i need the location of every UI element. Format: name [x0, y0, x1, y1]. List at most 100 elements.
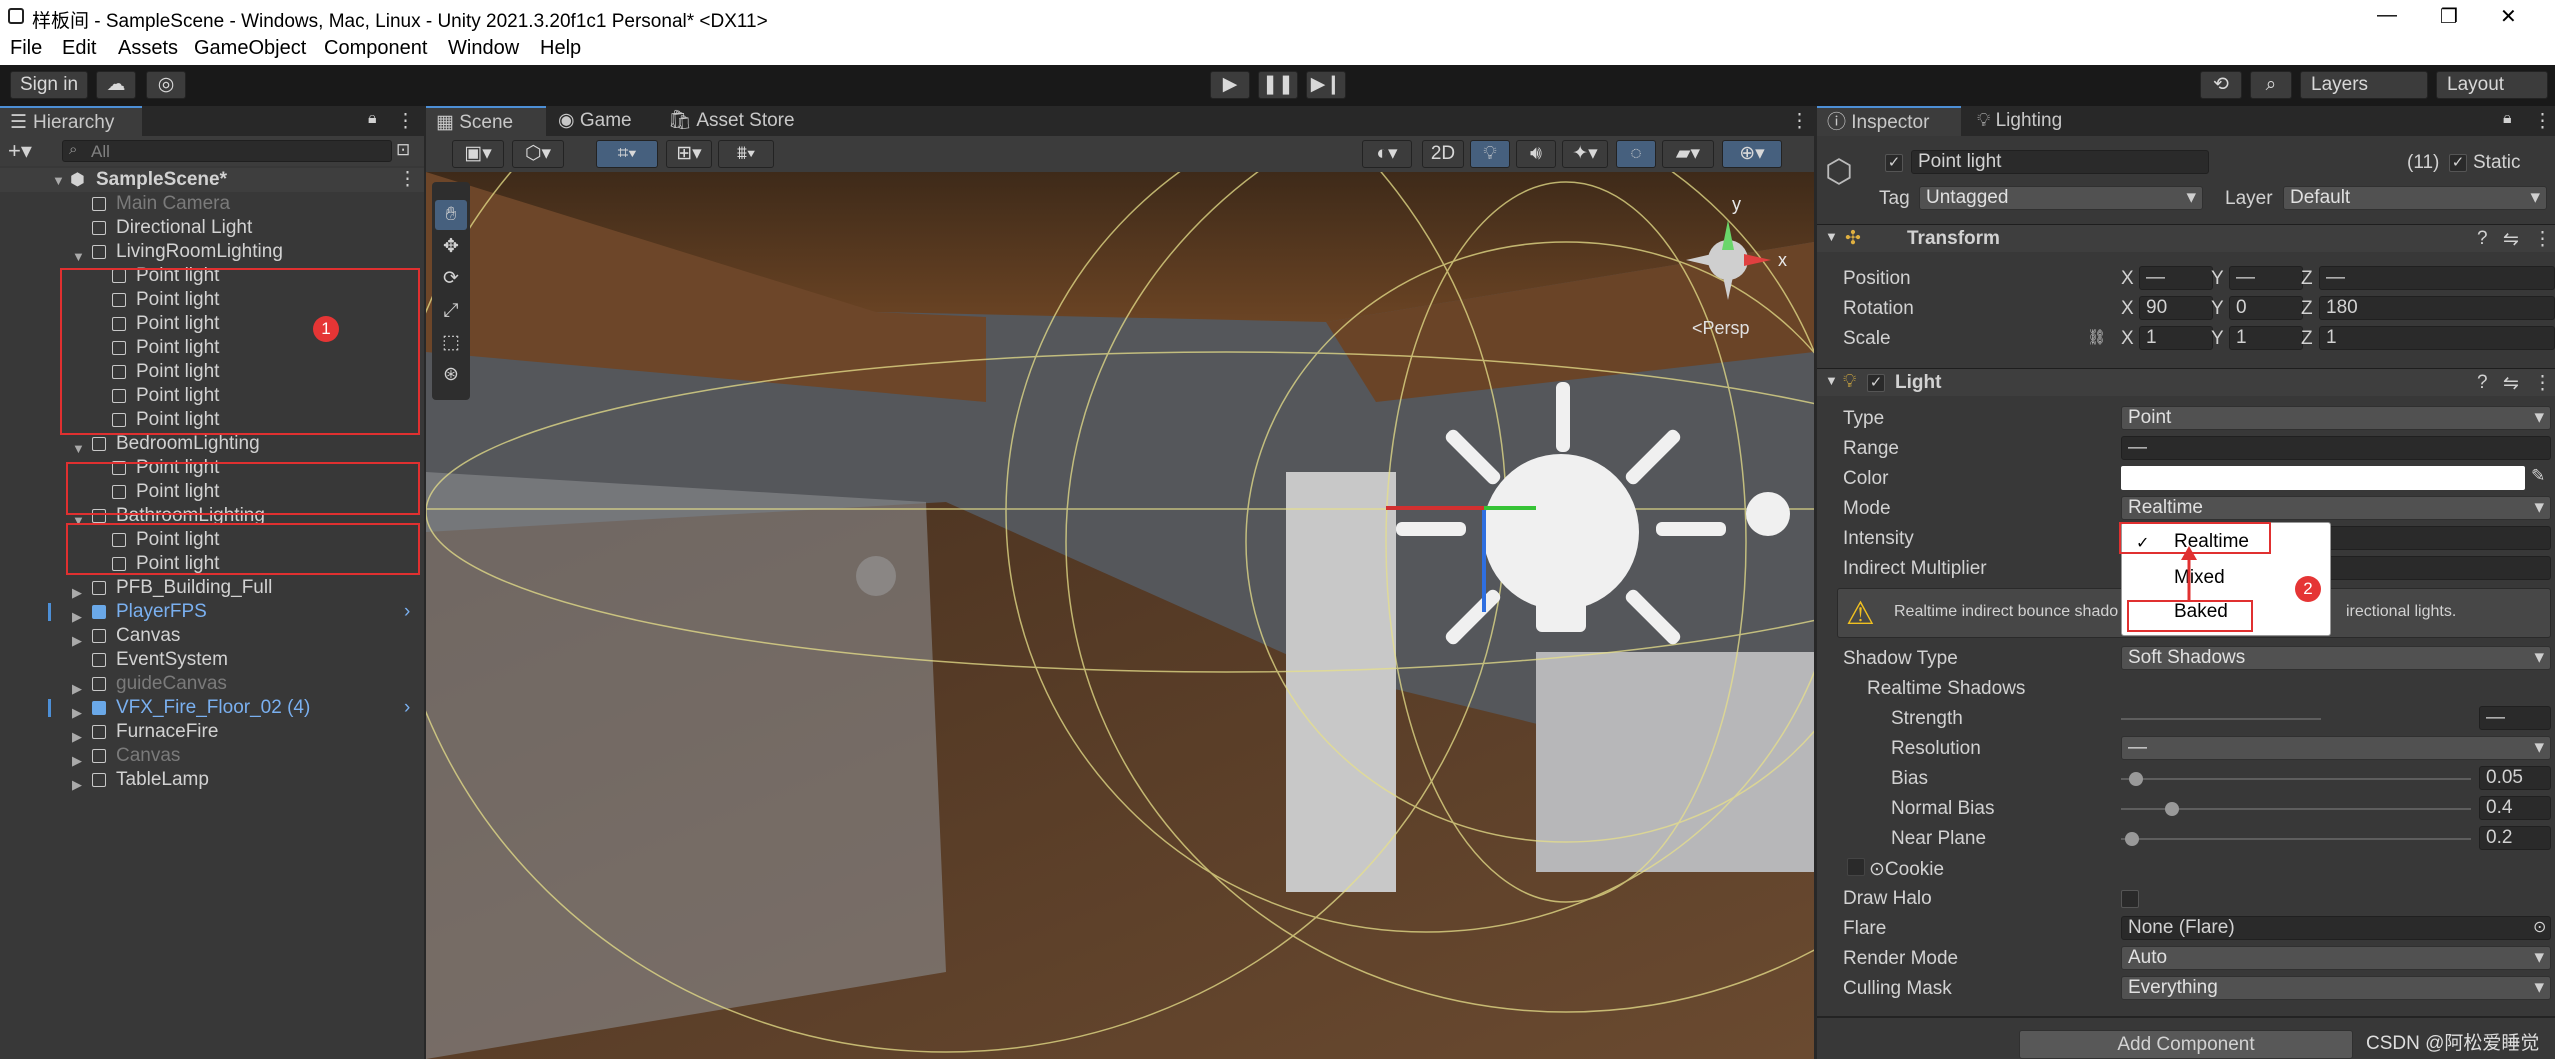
- near-plane-slider-knob[interactable]: [2125, 832, 2139, 846]
- lighting-toggle-icon[interactable]: 💡︎: [1470, 140, 1510, 168]
- play-button[interactable]: ▶: [1210, 71, 1250, 99]
- menu-assets[interactable]: Assets: [118, 37, 178, 60]
- render-mode-icon[interactable]: ⬡▾: [512, 140, 564, 168]
- collab-icon[interactable]: ◎: [146, 71, 186, 99]
- transform-tool-icon[interactable]: ⊛: [435, 360, 467, 390]
- shading-icon[interactable]: ◐▾: [1362, 140, 1412, 168]
- hierarchy-row[interactable]: ▼ BedroomLighting: [0, 432, 420, 456]
- sign-in-button[interactable]: Sign in: [10, 71, 88, 99]
- hierarchy-search-input[interactable]: ⌕ All: [62, 140, 392, 162]
- menu-window[interactable]: Window: [448, 37, 519, 60]
- menu-component[interactable]: Component: [324, 37, 427, 60]
- component-more-icon[interactable]: ⋮: [2533, 372, 2552, 395]
- persp-label[interactable]: <Persp: [1692, 318, 1750, 338]
- object-picker-icon[interactable]: ⊙: [2533, 917, 2546, 937]
- cloud-icon[interactable]: ☁: [96, 71, 136, 99]
- hierarchy-row[interactable]: ▶ FurnaceFire: [0, 720, 420, 744]
- preset-icon[interactable]: ⇋: [2503, 228, 2519, 251]
- hierarchy-row[interactable]: ▶ PlayerFPS ›: [0, 600, 420, 624]
- close-button[interactable]: ✕: [2500, 4, 2517, 29]
- hierarchy-row[interactable]: ▶ TableLamp: [0, 768, 420, 792]
- component-more-icon[interactable]: ⋮: [2533, 228, 2552, 251]
- menu-file[interactable]: File: [10, 37, 42, 60]
- prefab-open-icon[interactable]: ›: [404, 696, 410, 720]
- layers-dropdown[interactable]: Layers: [2300, 71, 2428, 99]
- cookie-foldout[interactable]: [1847, 858, 1865, 876]
- tab-inspector[interactable]: ⓘ Inspector: [1817, 106, 1961, 136]
- transform-rot-field[interactable]: 0: [2229, 296, 2303, 320]
- strength-slider[interactable]: [2121, 718, 2321, 720]
- scene-more-icon[interactable]: ⋮: [1790, 110, 1809, 133]
- hierarchy-row[interactable]: ▶ VFX_Fire_Floor_02 (4) ›: [0, 696, 420, 720]
- tab-asset-store[interactable]: 🛍︎ Asset Store: [658, 106, 808, 136]
- add-icon[interactable]: +▾: [8, 138, 32, 164]
- search-icon[interactable]: ⌕: [2250, 71, 2292, 99]
- light-header[interactable]: ▼ 💡︎ ✓ Light ? ⇋ ⋮: [1817, 368, 2555, 396]
- intensity-field[interactable]: [2327, 526, 2551, 550]
- transform-pos-field[interactable]: —: [2139, 266, 2213, 290]
- color-swatch[interactable]: [2121, 466, 2525, 490]
- transform-header[interactable]: ▼ ✣ Transform ? ⇋ ⋮: [1817, 224, 2555, 252]
- scene-row[interactable]: ▼ ⬢ SampleScene* ⋮: [0, 168, 424, 192]
- resolution-dropdown[interactable]: —: [2121, 736, 2551, 760]
- more-icon[interactable]: ⋮: [2533, 110, 2552, 133]
- hierarchy-row[interactable]: ▼ LivingRoomLighting: [0, 240, 420, 264]
- rect-tool-icon[interactable]: ⬚: [435, 328, 467, 358]
- layer-dropdown[interactable]: Default: [2283, 186, 2547, 210]
- minimize-button[interactable]: —: [2377, 4, 2397, 27]
- light-enabled-checkbox[interactable]: ✓: [1867, 374, 1885, 392]
- step-button[interactable]: ▶❙: [1306, 71, 1346, 99]
- mode-2d-button[interactable]: 2D: [1422, 140, 1464, 168]
- mode-dropdown[interactable]: Realtime: [2121, 496, 2551, 520]
- tab-game[interactable]: ◉ Game: [548, 106, 648, 136]
- shadow-type-dropdown[interactable]: Soft Shadows: [2121, 646, 2551, 670]
- tab-lighting[interactable]: 💡︎ Lighting: [1967, 106, 2097, 136]
- camera-icon[interactable]: ▰▾: [1662, 140, 1714, 168]
- effects-icon[interactable]: ✦▾: [1562, 140, 1608, 168]
- near-plane-field[interactable]: 0.2: [2479, 826, 2551, 850]
- grid-snap-icon[interactable]: ⊞▾: [666, 140, 712, 168]
- hierarchy-row[interactable]: ▶ Canvas: [0, 744, 420, 768]
- bias-slider[interactable]: [2121, 778, 2471, 780]
- help-icon[interactable]: ?: [2477, 228, 2488, 250]
- menu-gameobject[interactable]: GameObject: [194, 37, 306, 60]
- menu-edit[interactable]: Edit: [62, 37, 96, 60]
- maximize-button[interactable]: ❐: [2440, 4, 2458, 29]
- draw-halo-checkbox[interactable]: [2121, 890, 2139, 908]
- static-checkbox[interactable]: ✓: [2449, 154, 2467, 172]
- render-mode-dropdown[interactable]: Auto: [2121, 946, 2551, 970]
- audio-toggle-icon[interactable]: 🔊︎: [1516, 140, 1556, 168]
- collapse-arrow-icon[interactable]: ▶: [72, 773, 82, 797]
- transform-pos-field[interactable]: —: [2319, 266, 2555, 290]
- active-checkbox[interactable]: ✓: [1885, 154, 1903, 172]
- prefab-open-icon[interactable]: ›: [404, 600, 410, 624]
- lock-icon[interactable]: 🔒︎: [2503, 110, 2512, 128]
- add-component-button[interactable]: Add Component: [2019, 1030, 2353, 1059]
- transform-rot-field[interactable]: 180: [2319, 296, 2555, 320]
- culling-mask-dropdown[interactable]: Everything: [2121, 976, 2551, 1000]
- gizmos-icon[interactable]: ⊕▾: [1722, 140, 1782, 168]
- increment-snap-icon[interactable]: ⩩▾: [718, 140, 774, 168]
- filter-icon[interactable]: ⊡: [396, 140, 410, 160]
- lock-icon[interactable]: 🔒︎: [368, 110, 377, 128]
- menu-help[interactable]: Help: [540, 37, 581, 60]
- tag-dropdown[interactable]: Untagged: [1919, 186, 2203, 210]
- pause-button[interactable]: ❚❚: [1258, 71, 1298, 99]
- tab-hierarchy[interactable]: ☰ Hierarchy: [0, 106, 142, 136]
- transform-scl-field[interactable]: 1: [2139, 326, 2213, 350]
- eyedropper-icon[interactable]: ✎: [2531, 466, 2545, 486]
- transform-scl-field[interactable]: 1: [2319, 326, 2555, 350]
- hand-tool-icon[interactable]: ✋︎: [435, 200, 467, 230]
- flare-field[interactable]: None (Flare): [2121, 916, 2551, 940]
- type-dropdown[interactable]: Point: [2121, 406, 2551, 430]
- bias-slider-knob[interactable]: [2129, 772, 2143, 786]
- normal-bias-slider-knob[interactable]: [2165, 802, 2179, 816]
- hierarchy-row[interactable]: ▶ guideCanvas: [0, 672, 420, 696]
- hierarchy-row[interactable]: Main Camera: [0, 192, 420, 216]
- move-tool-icon[interactable]: ✥: [435, 232, 467, 262]
- help-icon[interactable]: ?: [2477, 372, 2488, 394]
- hierarchy-row[interactable]: ▶ PFB_Building_Full: [0, 576, 420, 600]
- normal-bias-field[interactable]: 0.4: [2479, 796, 2551, 820]
- hierarchy-row[interactable]: Directional Light: [0, 216, 420, 240]
- history-icon[interactable]: ⟲: [2200, 71, 2242, 99]
